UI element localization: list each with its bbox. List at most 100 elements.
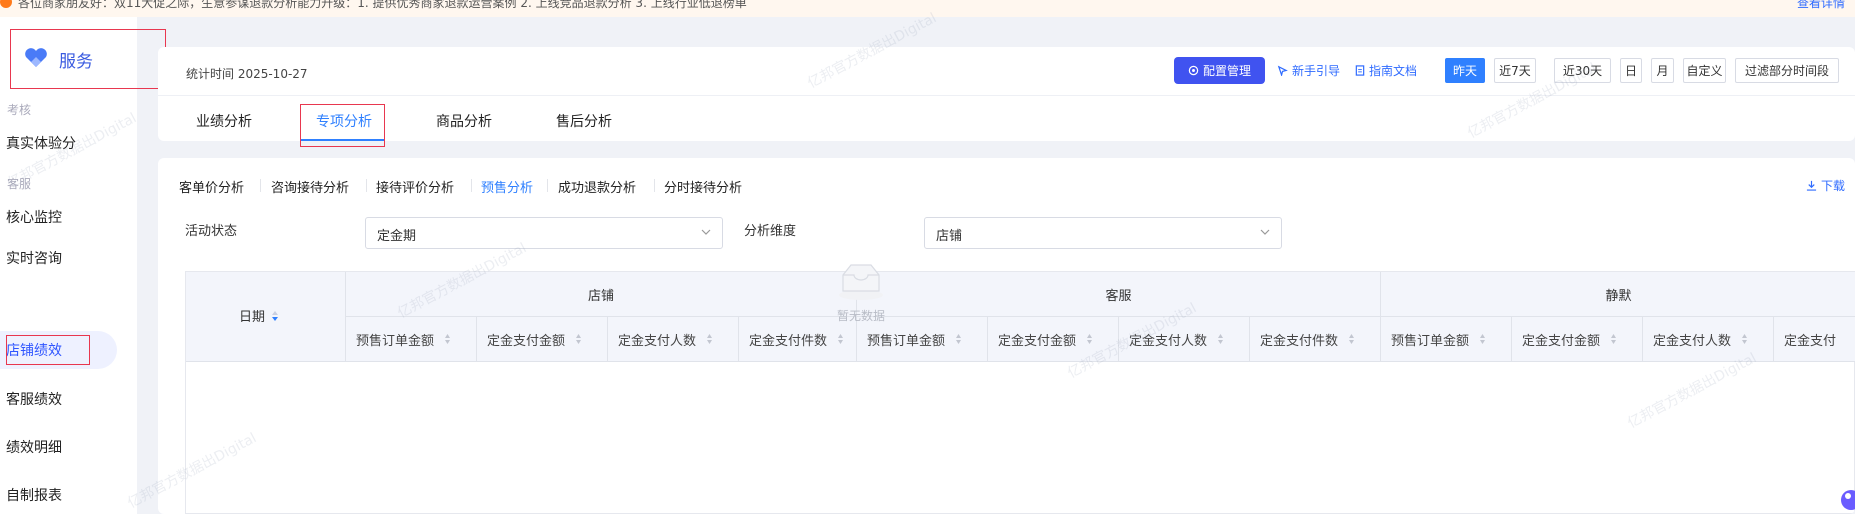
subtab-separator <box>471 179 472 192</box>
subtab-refund[interactable]: 成功退款分析 <box>558 177 636 196</box>
sort-icon <box>1742 334 1748 344</box>
doc-button-label: 指南文档 <box>1369 64 1418 78</box>
guide-button-label: 新手引导 <box>1292 64 1341 78</box>
range-custom[interactable]: 自定义 <box>1683 58 1726 83</box>
sort-icon <box>956 334 962 344</box>
sort-icon <box>1087 334 1093 344</box>
tab-aftersale[interactable]: 售后分析 <box>556 111 612 131</box>
date-header-label: 日期 <box>239 310 266 325</box>
group-header-silent: 静默 <box>1381 272 1855 317</box>
col-header[interactable]: 定金支付人数 <box>608 317 739 361</box>
dimension-select[interactable]: 店铺 <box>924 217 1282 249</box>
col-header-label: 定金支付人数 <box>618 333 697 349</box>
notice-icon <box>0 0 12 8</box>
doc-button[interactable]: 指南文档 <box>1355 62 1417 79</box>
sort-icon <box>707 334 713 344</box>
col-header[interactable]: 定金支付金额 <box>1512 317 1643 361</box>
col-header[interactable]: 预售订单金额 <box>346 317 477 361</box>
download-button[interactable]: 下载 <box>1806 177 1845 194</box>
guide-button[interactable]: 新手引导 <box>1277 62 1340 79</box>
col-header-label: 定金支付件数 <box>1260 333 1339 349</box>
subtab-rating[interactable]: 接待评价分析 <box>376 177 454 196</box>
col-header[interactable]: 定金支付人数 <box>1643 317 1774 361</box>
group-header-shop: 店铺 <box>346 272 857 317</box>
range-30d[interactable]: 近30天 <box>1554 58 1611 83</box>
annotation-box-tab-special <box>300 104 385 147</box>
subtab-separator <box>547 179 548 192</box>
range-yesterday[interactable]: 昨天 <box>1445 58 1485 83</box>
nav-group-assess: 考核 <box>7 103 32 117</box>
presale-table: 日期 店铺 客服 静默 预售订单金额 定金支付金额 定金支付人数 定金支付件数 … <box>185 271 1855 514</box>
col-header-label: 定金支付人数 <box>1129 333 1208 349</box>
sort-icon <box>1349 334 1355 344</box>
sort-icon <box>576 334 582 344</box>
col-header-label: 预售订单金额 <box>356 333 435 349</box>
range-day[interactable]: 日 <box>1620 58 1642 83</box>
brand[interactable]: 服务 <box>10 29 166 89</box>
notice-text: 各位商家朋友好：双11大促之际，生意参谋退款分析能力升级：1. 提供优秀商家退款… <box>18 0 747 10</box>
sort-icon <box>1480 334 1486 344</box>
empty-box-icon <box>839 264 883 300</box>
subtab-timeslot[interactable]: 分时接待分析 <box>664 177 742 196</box>
sort-icon <box>272 310 279 321</box>
download-label: 下载 <box>1820 179 1845 193</box>
col-header[interactable]: 定金支付人数 <box>1119 317 1250 361</box>
sidebar-item-core-monitor[interactable]: 核心监控 <box>6 207 62 227</box>
assistant-icon[interactable] <box>1838 478 1855 514</box>
sidebar-item-perf-detail[interactable]: 绩效明细 <box>6 437 62 457</box>
col-header-label: 预售订单金额 <box>1391 333 1470 349</box>
subtab-separator <box>366 179 367 192</box>
notice-detail-link[interactable]: 查看详情 <box>1797 0 1845 11</box>
subtab-unit-price[interactable]: 客单价分析 <box>179 177 244 196</box>
col-header-label: 定金支付金额 <box>487 333 566 349</box>
header-card: 统计时间 2025-10-27 配置管理 新手引导 指南文档 昨天 近7天 近3… <box>158 47 1855 147</box>
range-7d[interactable]: 近7天 <box>1494 58 1536 83</box>
col-header[interactable]: 定金支付件数 <box>1250 317 1381 361</box>
group-header-cs: 客服 <box>857 272 1381 317</box>
subtab-consult[interactable]: 咨询接待分析 <box>271 177 349 196</box>
settings-icon <box>1188 65 1199 76</box>
nav-group-service: 客服 <box>7 177 32 191</box>
range-filter[interactable]: 过滤部分时间段 <box>1735 58 1839 83</box>
sort-icon <box>445 334 451 344</box>
subtab-presale[interactable]: 预售分析 <box>481 177 533 196</box>
status-select-value: 定金期 <box>377 229 417 244</box>
dimension-select-value: 店铺 <box>936 229 963 244</box>
header-bottom-border <box>186 361 1855 362</box>
range-month[interactable]: 月 <box>1651 58 1674 83</box>
col-header-label: 定金支付金额 <box>998 333 1077 349</box>
sidebar-item-custom-report[interactable]: 自制报表 <box>6 485 62 505</box>
sidebar-item-realtime[interactable]: 实时咨询 <box>6 248 62 268</box>
tab-product[interactable]: 商品分析 <box>436 111 492 131</box>
tab-perf[interactable]: 业绩分析 <box>196 111 252 131</box>
annotation-box-shop-perf <box>6 335 90 365</box>
subtab-separator <box>260 179 261 192</box>
main-card: 客单价分析 咨询接待分析 接待评价分析 预售分析 成功退款分析 分时接待分析 下… <box>158 158 1855 514</box>
col-header-label: 定金支付件数 <box>749 333 828 349</box>
heart-shield-icon <box>25 48 47 67</box>
sidebar-item-cs-perf[interactable]: 客服绩效 <box>6 389 62 409</box>
status-label: 活动状态 <box>185 224 238 239</box>
chevron-down-icon <box>1260 229 1270 235</box>
sort-icon <box>1611 334 1617 344</box>
col-header-label: 定金支付人数 <box>1653 333 1732 349</box>
status-select[interactable]: 定金期 <box>365 217 723 249</box>
notice-bar: 各位商家朋友好：双11大促之际，生意参谋退款分析能力升级：1. 提供优秀商家退款… <box>0 0 1855 17</box>
header-divider <box>158 95 1855 96</box>
brand-label: 服务 <box>59 52 93 72</box>
col-header[interactable]: 预售订单金额 <box>1381 317 1512 361</box>
col-header[interactable]: 定金支付 <box>1774 317 1855 361</box>
sort-icon <box>1218 334 1224 344</box>
col-header[interactable]: 定金支付金额 <box>477 317 608 361</box>
col-header[interactable]: 定金支付金额 <box>988 317 1119 361</box>
document-icon <box>1355 65 1365 76</box>
config-button[interactable]: 配置管理 <box>1174 57 1265 84</box>
empty-state: 暂无数据 <box>831 259 891 339</box>
config-button-label: 配置管理 <box>1202 64 1251 78</box>
download-icon <box>1806 180 1817 191</box>
dimension-label: 分析维度 <box>744 224 797 239</box>
sidebar-item-real-exp[interactable]: 真实体验分 <box>6 133 76 153</box>
date-header[interactable]: 日期 <box>186 272 346 361</box>
col-header-label: 定金支付金额 <box>1522 333 1601 349</box>
col-header-label: 定金支付 <box>1784 333 1837 349</box>
